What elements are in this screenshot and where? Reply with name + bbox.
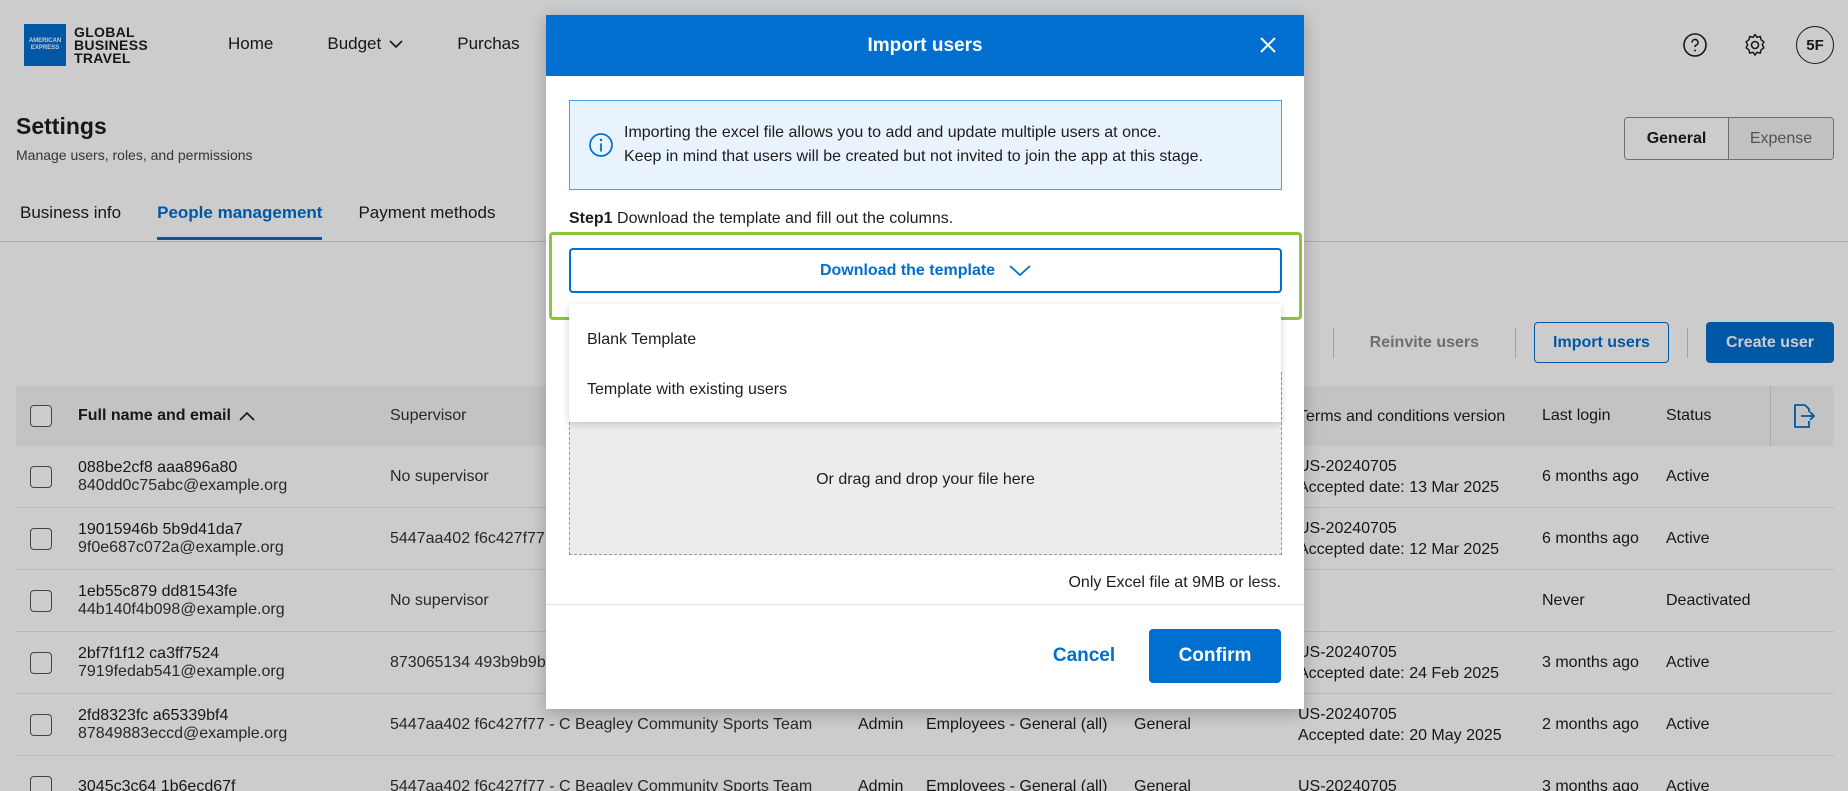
- step1-text: Download the template and fill out the c…: [617, 210, 954, 227]
- step1-instruction: Step1 Download the template and fill out…: [569, 210, 953, 228]
- drag-drop-text: Or drag and drop your file here: [816, 471, 1035, 488]
- info-line-1: Importing the excel file allows you to a…: [624, 124, 1162, 141]
- step1-label: Step1: [569, 210, 613, 227]
- menu-item-template-existing-users[interactable]: Template with existing users: [569, 365, 1281, 415]
- cancel-button[interactable]: Cancel: [1029, 629, 1139, 683]
- template-dropdown-menu: Blank Template Template with existing us…: [569, 304, 1281, 422]
- file-size-note: Only Excel file at 9MB or less.: [1068, 574, 1281, 591]
- modal-header: Import users: [546, 15, 1304, 76]
- footer-divider: [546, 604, 1304, 605]
- menu-item-blank-template[interactable]: Blank Template: [569, 315, 1281, 365]
- close-icon[interactable]: [1254, 31, 1282, 59]
- confirm-button[interactable]: Confirm: [1149, 629, 1281, 683]
- modal-title: Import users: [867, 34, 983, 56]
- info-banner: Importing the excel file allows you to a…: [569, 100, 1282, 190]
- info-icon: [589, 133, 613, 157]
- info-line-2: Keep in mind that users will be created …: [624, 148, 1204, 165]
